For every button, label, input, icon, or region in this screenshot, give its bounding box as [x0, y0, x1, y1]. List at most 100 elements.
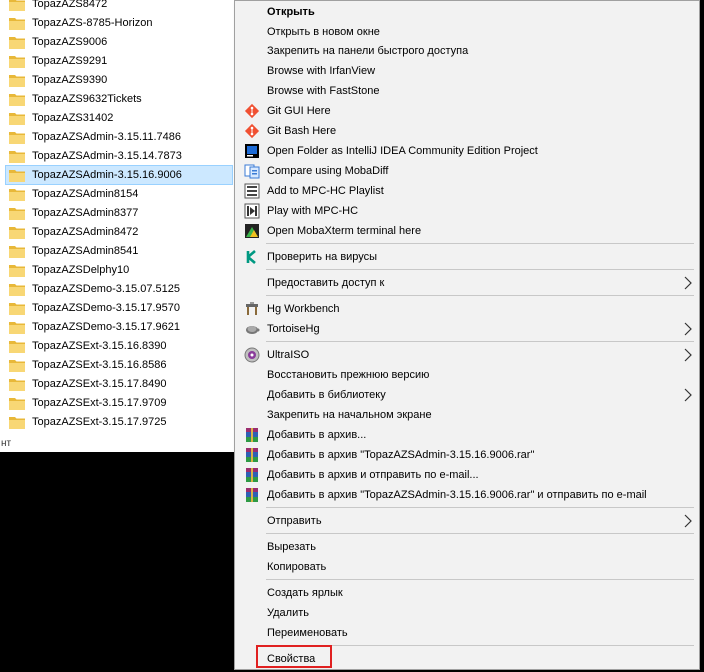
menu-item-git-gui[interactable]: Git GUI Here — [235, 101, 699, 121]
folder-icon — [9, 17, 25, 30]
menu-separator — [266, 295, 694, 296]
menu-item-mobaxterm[interactable]: Open MobaXterm terminal here — [235, 221, 699, 241]
folder-icon — [9, 55, 25, 68]
menu-item-cut[interactable]: Вырезать — [235, 537, 699, 557]
folder-list-item[interactable]: TopazAZSAdmin8472 — [6, 223, 232, 241]
git-icon — [244, 103, 260, 119]
folder-icon — [9, 131, 25, 144]
folder-icon — [9, 226, 25, 239]
folder-icon — [9, 264, 25, 277]
menu-item-share[interactable]: Предоставить доступ к — [235, 273, 699, 293]
menu-item-mobadiff[interactable]: Compare using MobaDiff — [235, 161, 699, 181]
status-text: нт — [1, 438, 12, 449]
folder-list-item[interactable]: TopazAZSAdmin8154 — [6, 185, 232, 203]
menu-item-open[interactable]: Открыть — [235, 2, 699, 22]
folder-list-item[interactable]: TopazAZSAdmin8541 — [6, 242, 232, 260]
menu-item-add-archive-named[interactable]: Добавить в архив "TopazAZSAdmin-3.15.16.… — [235, 445, 699, 465]
folder-icon — [9, 416, 25, 429]
menu-item-add-archive-named-email[interactable]: Добавить в архив "TopazAZSAdmin-3.15.16.… — [235, 485, 699, 505]
folder-list-item[interactable]: TopazAZSDelphy10 — [6, 261, 232, 279]
menu-item-hg-workbench[interactable]: Hg Workbench — [235, 299, 699, 319]
folder-list-item[interactable]: TopazAZSAdmin-3.15.16.9006 — [5, 165, 233, 185]
folder-list-item[interactable]: TopazAZS8472 — [6, 0, 232, 13]
winrar-icon — [244, 427, 260, 443]
menu-item-tortoisehg[interactable]: TortoiseHg — [235, 319, 699, 339]
folder-list-item[interactable]: TopazAZSExt-3.15.17.9709 — [6, 394, 232, 412]
file-explorer-pane: TopazAZS8472 TopazAZS-8785-Horizon TopazAZ… — [0, 0, 236, 452]
menu-item-restore-version[interactable]: Восстановить прежнюю версию — [235, 365, 699, 385]
folder-name: TopazAZS9291 — [32, 55, 108, 67]
menu-item-add-library[interactable]: Добавить в библиотеку — [235, 385, 699, 405]
chevron-right-icon — [683, 388, 693, 402]
folder-list-item[interactable]: TopazAZS9390 — [6, 71, 232, 89]
folder-icon — [9, 112, 25, 125]
winrar-icon — [244, 487, 260, 503]
folder-list-item[interactable]: TopazAZS9291 — [6, 52, 232, 70]
folder-list-item[interactable]: TopazAZSAdmin-3.15.14.7873 — [6, 147, 232, 165]
folder-icon — [9, 0, 25, 11]
mobaxterm-icon — [244, 223, 260, 239]
folder-name: TopazAZSAdmin-3.15.16.9006 — [32, 169, 182, 181]
menu-item-open-new-window[interactable]: Открыть в новом окне — [235, 22, 699, 42]
menu-separator — [266, 341, 694, 342]
folder-list-item[interactable]: TopazAZS9006 — [6, 33, 232, 51]
menu-item-pin-start[interactable]: Закрепить на начальном экране — [235, 405, 699, 425]
menu-item-delete[interactable]: Удалить — [235, 603, 699, 623]
folder-name: TopazAZS9632Tickets — [32, 93, 142, 105]
folder-icon — [9, 150, 25, 163]
folder-list-item[interactable]: TopazAZSExt-3.15.16.8586 — [6, 356, 232, 374]
folder-list-item[interactable]: TopazAZSDemo-3.15.17.9621 — [6, 318, 232, 336]
menu-item-add-archive-email[interactable]: Добавить в архив и отправить по e-mail..… — [235, 465, 699, 485]
folder-list-item[interactable]: TopazAZSExt-3.15.17.8490 — [6, 375, 232, 393]
menu-item-add-archive[interactable]: Добавить в архив... — [235, 425, 699, 445]
folder-name: TopazAZSAdmin8377 — [32, 207, 139, 219]
menu-item-mpc-play[interactable]: Play with MPC-HC — [235, 201, 699, 221]
folder-name: TopazAZSAdmin-3.15.14.7873 — [32, 150, 182, 162]
ultraiso-disc-icon — [244, 347, 260, 363]
menu-item-mpc-playlist[interactable]: Add to MPC-HC Playlist — [235, 181, 699, 201]
folder-name: TopazAZSAdmin8154 — [32, 188, 139, 200]
properties-highlight-box — [256, 645, 332, 668]
menu-item-send-to[interactable]: Отправить — [235, 511, 699, 531]
folder-list-item[interactable]: TopazAZSAdmin-3.15.11.7486 — [6, 128, 232, 146]
menu-item-virus-check[interactable]: Проверить на вирусы — [235, 247, 699, 267]
menu-item-git-bash[interactable]: Git Bash Here — [235, 121, 699, 141]
folder-icon — [9, 378, 25, 391]
winrar-icon — [244, 447, 260, 463]
menu-item-browse-faststone[interactable]: Browse with FastStone — [235, 81, 699, 101]
folder-name: TopazAZSExt-3.15.17.8490 — [32, 378, 167, 390]
folder-icon — [9, 397, 25, 410]
folder-list-item[interactable]: TopazAZSAdmin8377 — [6, 204, 232, 222]
menu-item-intellij[interactable]: Open Folder as IntelliJ IDEA Community E… — [235, 141, 699, 161]
folder-list-item[interactable]: TopazAZS-8785-Horizon — [6, 14, 232, 32]
folder-icon — [9, 169, 25, 182]
chevron-right-icon — [683, 348, 693, 362]
menu-separator — [266, 269, 694, 270]
menu-item-create-shortcut[interactable]: Создать ярлык — [235, 583, 699, 603]
folder-icon — [9, 302, 25, 315]
folder-list-item[interactable]: TopazAZSExt-3.15.17.9725 — [6, 413, 232, 431]
menu-item-copy[interactable]: Копировать — [235, 557, 699, 577]
folder-name: TopazAZSDemo-3.15.07.5125 — [32, 283, 180, 295]
folder-name: TopazAZS31402 — [32, 112, 114, 124]
folder-list-item[interactable]: TopazAZSDemo-3.15.17.9570 — [6, 299, 232, 317]
folder-list-item[interactable]: TopazAZS9632Tickets — [6, 90, 232, 108]
chevron-right-icon — [683, 514, 693, 528]
folder-icon — [9, 321, 25, 334]
folder-list-item[interactable]: TopazAZSExt-3.15.16.8390 — [6, 337, 232, 355]
folder-list-item[interactable]: TopazAZSDemo-3.15.07.5125 — [6, 280, 232, 298]
folder-icon — [9, 245, 25, 258]
menu-item-rename[interactable]: Переименовать — [235, 623, 699, 643]
mpc-play-icon — [244, 203, 260, 219]
menu-item-ultraiso[interactable]: UltraISO — [235, 345, 699, 365]
git-icon — [244, 123, 260, 139]
folder-name: TopazAZSExt-3.15.16.8586 — [32, 359, 167, 371]
folder-name: TopazAZSExt-3.15.17.9709 — [32, 397, 167, 409]
folder-list-item[interactable]: TopazAZS31402 — [6, 109, 232, 127]
menu-item-pin-quick-access[interactable]: Закрепить на панели быстрого доступа — [235, 41, 699, 61]
menu-item-browse-irfanview[interactable]: Browse with IrfanView — [235, 61, 699, 81]
folder-name: TopazAZSAdmin8541 — [32, 245, 139, 257]
folder-name: TopazAZSAdmin-3.15.11.7486 — [32, 131, 181, 143]
chevron-right-icon — [683, 276, 693, 290]
folder-icon — [9, 188, 25, 201]
